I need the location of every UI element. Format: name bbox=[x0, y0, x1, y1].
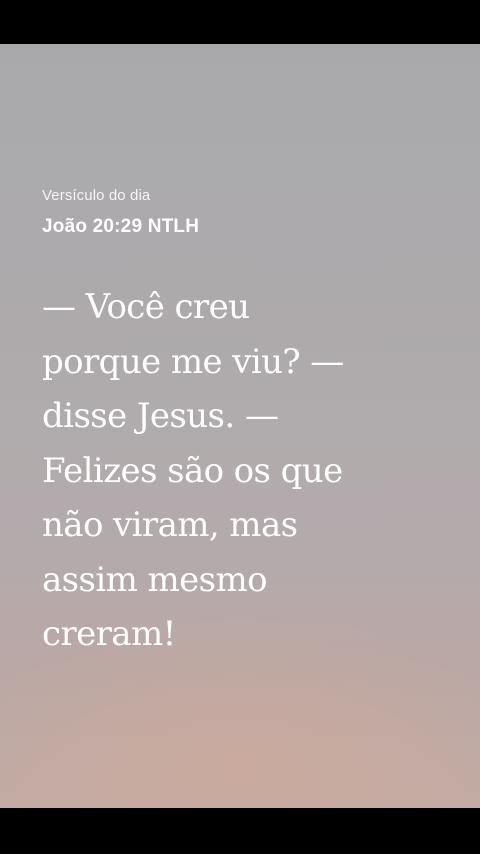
bottom-black-bar bbox=[0, 808, 480, 854]
verse-text: — Você creu porque me viu? — disse Jesus… bbox=[42, 287, 344, 654]
top-black-bar bbox=[0, 0, 480, 44]
verse-of-the-day-label: Versículo do dia bbox=[42, 187, 151, 204]
verse-reference: João 20:29 NTLH bbox=[42, 216, 200, 237]
screen: Versículo do dia João 20:29 NTLH — Você … bbox=[0, 0, 480, 854]
verse-card[interactable]: Versículo do dia João 20:29 NTLH — Você … bbox=[0, 44, 480, 808]
